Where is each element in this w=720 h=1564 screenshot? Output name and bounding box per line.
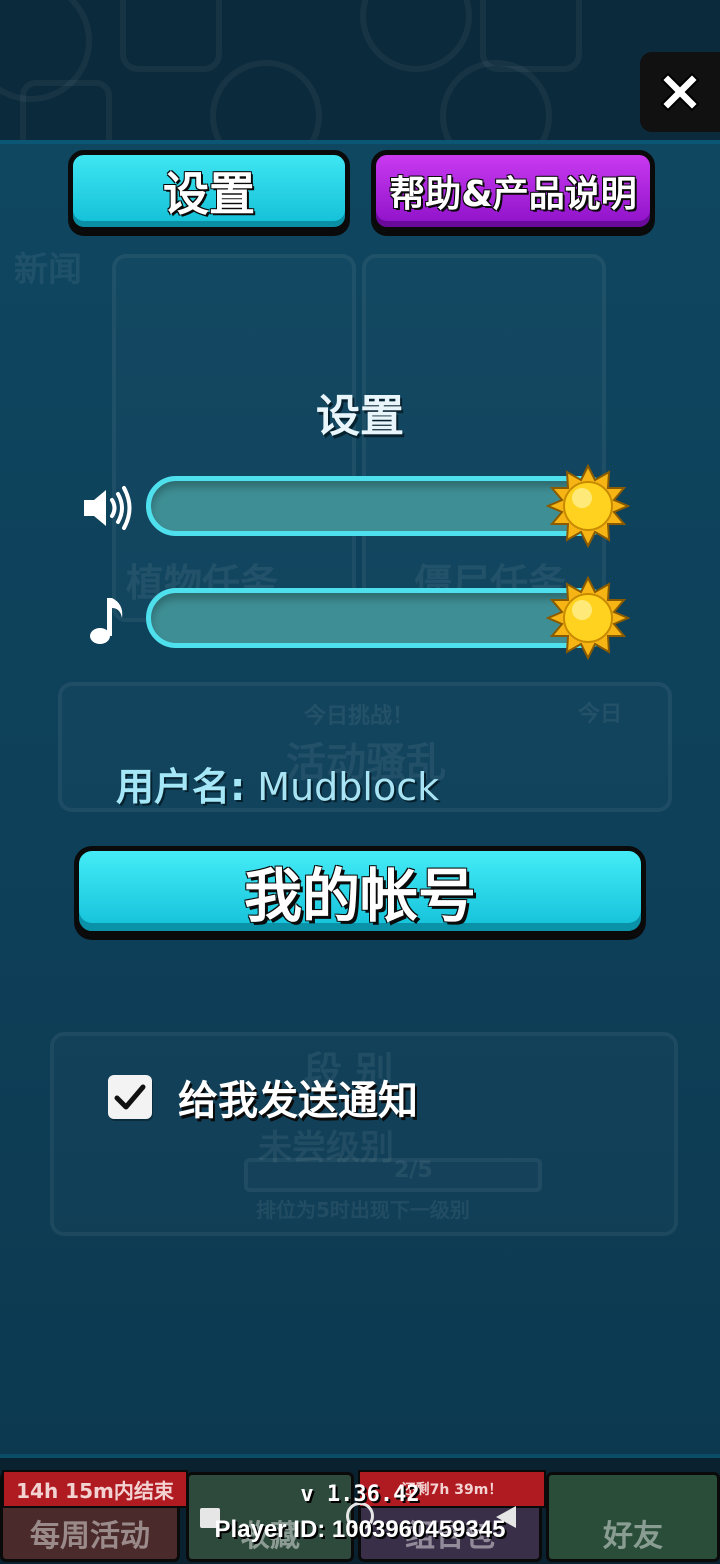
today-label: 今日 — [578, 702, 623, 727]
skull-pattern-icon — [120, 0, 222, 72]
news-label: 新闻 — [14, 250, 82, 290]
rank-hint: 排位为5时出现下一级别 — [256, 1198, 470, 1222]
leaf-pattern-icon — [440, 60, 552, 140]
rank-progress: 2/5 — [394, 1158, 433, 1183]
daily-challenge-label: 今日挑战！ — [304, 704, 415, 729]
my-account-button[interactable]: 我的帐号 — [74, 846, 646, 936]
settings-title: 设置 — [316, 391, 404, 442]
username-label: 用户名: — [116, 765, 246, 809]
sun-slider-handle-icon[interactable] — [546, 464, 630, 548]
checkmark-icon — [114, 1084, 146, 1110]
skull-pattern-icon — [20, 80, 112, 140]
music-note-icon — [90, 598, 123, 644]
player-id-label: Player ID: 1003960459345 — [214, 1516, 506, 1543]
notification-row: 给我发送通知 — [108, 1068, 418, 1126]
rank-progress-bar — [244, 1158, 542, 1192]
username-value: Mudblock — [257, 765, 440, 809]
username-row: 用户名: Mudblock — [116, 756, 439, 811]
notification-checkbox[interactable] — [108, 1075, 152, 1119]
skull-pattern-icon — [480, 0, 582, 72]
leaf-pattern-icon — [210, 60, 322, 140]
my-account-label: 我的帐号 — [243, 862, 476, 930]
notification-label: 给我发送通知 — [178, 1078, 418, 1124]
leaf-pattern-icon — [360, 0, 472, 72]
speaker-icon — [84, 486, 132, 530]
sun-slider-handle-icon[interactable] — [546, 576, 630, 660]
top-header-strip — [0, 0, 720, 144]
close-icon — [660, 72, 700, 112]
tab-settings[interactable]: 设置 — [68, 150, 350, 232]
close-button[interactable] — [640, 52, 720, 132]
tab-settings-label: 设置 — [163, 167, 255, 221]
version-label: v 1.36.42 — [300, 1482, 420, 1507]
tab-help-label: 帮助&产品说明 — [389, 174, 637, 215]
tab-help[interactable]: 帮助&产品说明 — [371, 150, 655, 232]
